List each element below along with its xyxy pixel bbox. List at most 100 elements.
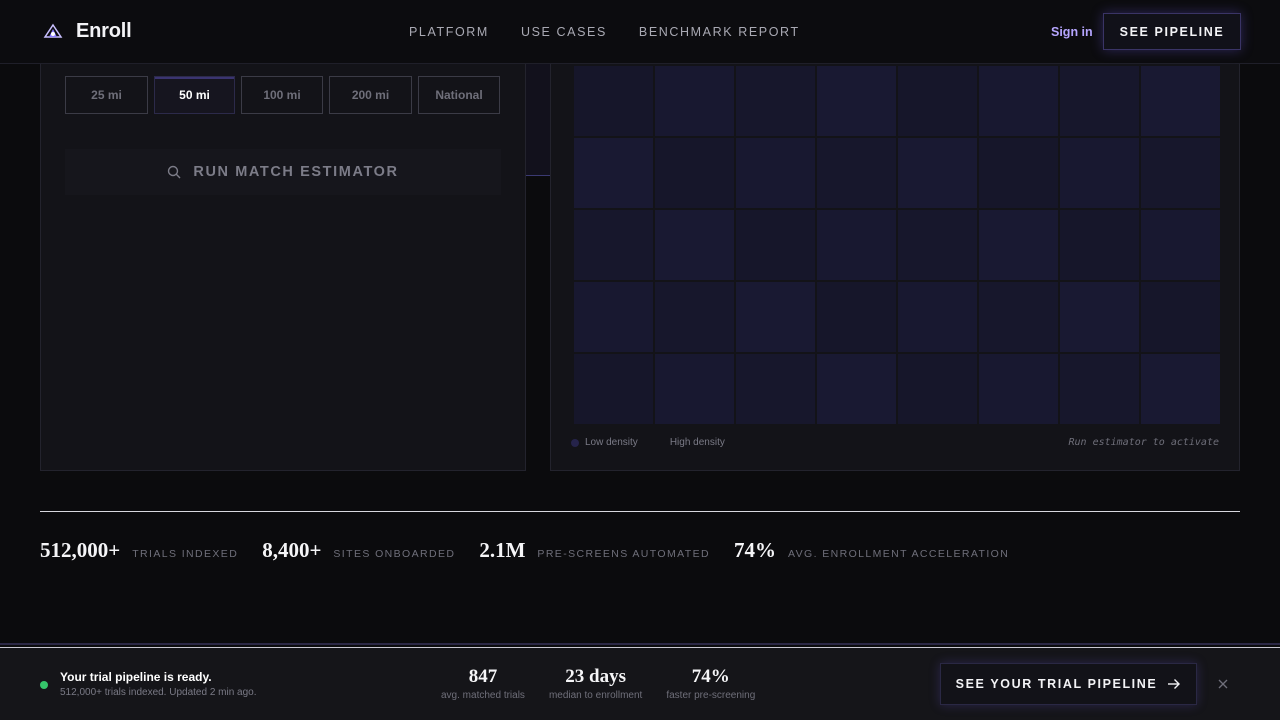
- map-legend: Low density High density: [571, 437, 725, 448]
- stat-pre-screens: 2.1M PRE-SCREENS AUTOMATED: [479, 538, 710, 563]
- banner-accent-line: [0, 643, 1280, 645]
- panel-connector-shade: [526, 64, 550, 175]
- map-cell: [898, 138, 977, 208]
- map-cell: [655, 66, 734, 136]
- map-cell: [736, 210, 815, 280]
- banner-stat-median-enrollment: 23 days median to enrollment: [549, 666, 642, 701]
- map-cell: [1060, 282, 1139, 352]
- map-cell: [979, 66, 1058, 136]
- banner-stat-label: median to enrollment: [548, 690, 643, 701]
- map-status-text: Run estimator to activate: [1068, 437, 1219, 448]
- panel-connector-line: [526, 175, 550, 176]
- stat-value: 2.1M: [479, 538, 526, 562]
- banner-stat-value: 23 days: [565, 666, 626, 687]
- stat-label: AVG. ENROLLMENT ACCELERATION: [787, 548, 1010, 560]
- radius-option-50mi[interactable]: 50 mi: [154, 76, 235, 114]
- map-cell: [898, 282, 977, 352]
- banner-title: Your trial pipeline is ready.: [60, 670, 212, 684]
- map-cell: [898, 354, 977, 424]
- stat-enrollment-acceleration: 74% AVG. ENROLLMENT ACCELERATION: [734, 538, 1009, 563]
- legend-low-label: Low density: [585, 437, 638, 448]
- map-cell: [979, 138, 1058, 208]
- radius-option-200mi[interactable]: 200 mi: [329, 76, 412, 114]
- map-cell: [574, 138, 653, 208]
- banner-stat-matched-trials: 847 avg. matched trials: [441, 666, 525, 701]
- map-cell: [736, 282, 815, 352]
- map-cell: [817, 138, 896, 208]
- nav-links: PLATFORM USE CASES BENCHMARK REPORT: [409, 25, 800, 39]
- radius-option-national[interactable]: National: [418, 76, 500, 114]
- stat-label: PRE-SCREENS AUTOMATED: [537, 548, 710, 560]
- estimator-panel: 25 mi 50 mi 100 mi 200 mi National RUN M…: [40, 40, 526, 471]
- map-cell: [979, 282, 1058, 352]
- map-cell: [655, 282, 734, 352]
- map-cell: [736, 66, 815, 136]
- pipeline-banner: Your trial pipeline is ready. 512,000+ t…: [0, 648, 1280, 720]
- sign-in-link[interactable]: Sign in: [1051, 25, 1093, 39]
- density-map-grid: [574, 66, 1220, 424]
- stat-value: 74%: [733, 538, 776, 562]
- stats-row: 512,000+ TRIALS INDEXED 8,400+ SITES ONB…: [40, 538, 1033, 563]
- map-cell: [817, 282, 896, 352]
- stat-trials-indexed: 512,000+ TRIALS INDEXED: [40, 538, 238, 563]
- map-cell: [979, 210, 1058, 280]
- map-cell: [817, 66, 896, 136]
- brand-mark-icon: [43, 23, 63, 38]
- stat-value: 8,400+: [262, 538, 322, 562]
- see-pipeline-button[interactable]: SEE PIPELINE: [1103, 13, 1241, 50]
- nav-link-platform[interactable]: PLATFORM: [409, 25, 489, 39]
- map-cell: [817, 210, 896, 280]
- legend-low-swatch: [571, 438, 579, 447]
- brand-logo[interactable]: Enroll: [42, 20, 132, 43]
- map-cell: [1141, 138, 1220, 208]
- map-cell: [574, 66, 653, 136]
- map-cell: [898, 66, 977, 136]
- run-match-estimator-button[interactable]: RUN MATCH ESTIMATOR: [65, 149, 501, 195]
- density-map-panel: Low density High density Run estimator t…: [550, 40, 1240, 471]
- map-cell: [574, 354, 653, 424]
- stat-label: SITES ONBOARDED: [333, 548, 456, 560]
- radius-selector: 25 mi 50 mi 100 mi 200 mi National: [65, 76, 500, 114]
- map-cell: [1060, 354, 1139, 424]
- map-cell: [1060, 210, 1139, 280]
- stats-divider: [40, 511, 1240, 512]
- brand-name: Enroll: [76, 20, 132, 42]
- map-cell: [1141, 282, 1220, 352]
- see-your-trial-pipeline-button[interactable]: SEE YOUR TRIAL PIPELINE: [940, 663, 1197, 705]
- map-cell: [1141, 210, 1220, 280]
- banner-cta-label: SEE YOUR TRIAL PIPELINE: [955, 677, 1158, 691]
- map-cell: [736, 138, 815, 208]
- banner-subtitle: 512,000+ trials indexed. Updated 2 min a…: [60, 687, 257, 698]
- nav-link-use-cases[interactable]: USE CASES: [521, 25, 607, 39]
- banner-stat-label: faster pre-screening: [666, 690, 756, 701]
- map-cell: [655, 354, 734, 424]
- stat-value: 512,000+: [40, 538, 121, 562]
- run-button-label: RUN MATCH ESTIMATOR: [193, 164, 399, 180]
- map-cell: [655, 138, 734, 208]
- map-cell: [574, 282, 653, 352]
- banner-stat-label: avg. matched trials: [441, 690, 525, 701]
- radius-option-100mi[interactable]: 100 mi: [241, 76, 323, 114]
- stat-label: TRIALS INDEXED: [132, 548, 239, 560]
- top-nav: Enroll PLATFORM USE CASES BENCHMARK REPO…: [0, 0, 1280, 64]
- map-cell: [1060, 66, 1139, 136]
- close-icon[interactable]: [1216, 677, 1230, 691]
- radius-option-25mi[interactable]: 25 mi: [65, 76, 148, 114]
- nav-link-benchmark-report[interactable]: BENCHMARK REPORT: [639, 25, 800, 39]
- legend-high-label: High density: [669, 437, 725, 448]
- status-dot-icon: [40, 681, 48, 689]
- stat-sites-onboarded: 8,400+ SITES ONBOARDED: [262, 538, 455, 563]
- map-cell: [898, 210, 977, 280]
- map-cell: [1141, 354, 1220, 424]
- search-icon: [168, 165, 181, 179]
- map-cell: [736, 354, 815, 424]
- map-cell: [655, 210, 734, 280]
- arrow-right-icon: [1168, 679, 1181, 689]
- banner-stat-faster-prescreening: 74% faster pre-screening: [666, 666, 755, 701]
- banner-stat-value: 847: [468, 666, 498, 687]
- map-cell: [574, 210, 653, 280]
- map-cell: [817, 354, 896, 424]
- map-cell: [1141, 66, 1220, 136]
- map-cell: [1060, 138, 1139, 208]
- banner-stat-value: 74%: [691, 666, 730, 687]
